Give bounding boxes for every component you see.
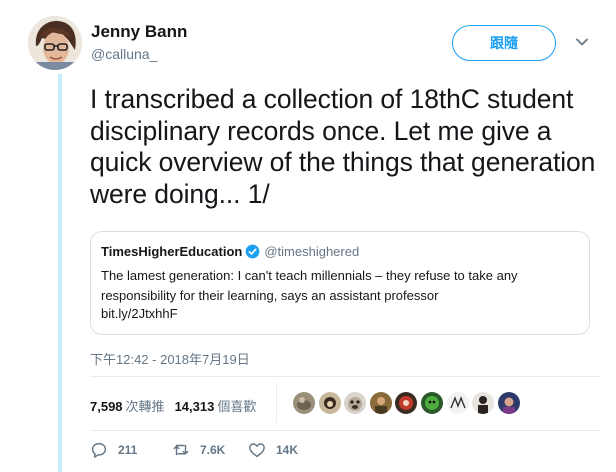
retweet-stat-label: 次轉推: [125, 399, 165, 414]
reply-icon: [91, 442, 107, 458]
like-button[interactable]: 14K: [248, 441, 298, 459]
quoted-tweet-link[interactable]: bit.ly/2JtxhhF: [101, 306, 178, 321]
liker-avatar[interactable]: [344, 392, 367, 414]
thread-connector-line: [58, 74, 62, 472]
retweet-count: 7.6K: [200, 443, 226, 457]
author-handle[interactable]: @calluna_: [91, 46, 157, 62]
liker-avatar[interactable]: [369, 392, 392, 414]
quoted-tweet-text: The lamest generation: I can't teach mil…: [101, 268, 518, 303]
quoted-author-handle[interactable]: @timeshighered: [264, 244, 359, 259]
retweet-stat-count: 7,598: [90, 399, 123, 414]
tweet-text: I transcribed a collection of 18thC stud…: [90, 84, 596, 209]
follow-button[interactable]: 跟隨: [452, 25, 556, 61]
tweet-timestamp[interactable]: 下午12:42 - 2018年7月19日: [90, 349, 250, 368]
liker-avatar[interactable]: [293, 392, 315, 414]
chevron-down-icon[interactable]: [574, 34, 590, 50]
stats-separator: [276, 383, 277, 423]
retweet-stat[interactable]: 7,598 次轉推: [90, 396, 165, 415]
liker-avatar[interactable]: [318, 392, 341, 414]
quoted-author-name[interactable]: TimesHigherEducation: [101, 244, 242, 259]
quoted-tweet-header: TimesHigherEducation @timeshighered: [101, 244, 359, 259]
liker-avatar[interactable]: [446, 392, 469, 414]
liker-avatar[interactable]: [420, 392, 443, 414]
like-count: 14K: [276, 443, 299, 457]
retweet-icon: [173, 444, 189, 456]
quoted-tweet[interactable]: TimesHigherEducation @timeshighered The …: [90, 231, 590, 335]
like-stat-count: 14,313: [174, 399, 215, 414]
retweet-button[interactable]: 7.6K: [172, 441, 248, 459]
liker-avatar[interactable]: [497, 392, 520, 414]
divider: [90, 430, 600, 431]
like-stat[interactable]: 14,313 個喜歡: [175, 396, 257, 415]
divider: [90, 376, 600, 377]
liker-avatars: [293, 392, 523, 414]
reply-button[interactable]: 211: [90, 441, 172, 459]
tweet-stats: 7,598 次轉推 14,313 個喜歡: [90, 396, 256, 415]
reply-count: 211: [118, 443, 138, 457]
author-avatar[interactable]: [28, 16, 82, 70]
liker-avatar[interactable]: [395, 392, 418, 414]
tweet-actions: 211 7.6K 14K: [90, 441, 298, 459]
like-stat-label: 個喜歡: [217, 399, 257, 414]
verified-badge-icon: [245, 244, 260, 259]
liker-avatar[interactable]: [472, 392, 495, 414]
author-name[interactable]: Jenny Bann: [91, 22, 187, 42]
heart-icon: [249, 443, 265, 458]
